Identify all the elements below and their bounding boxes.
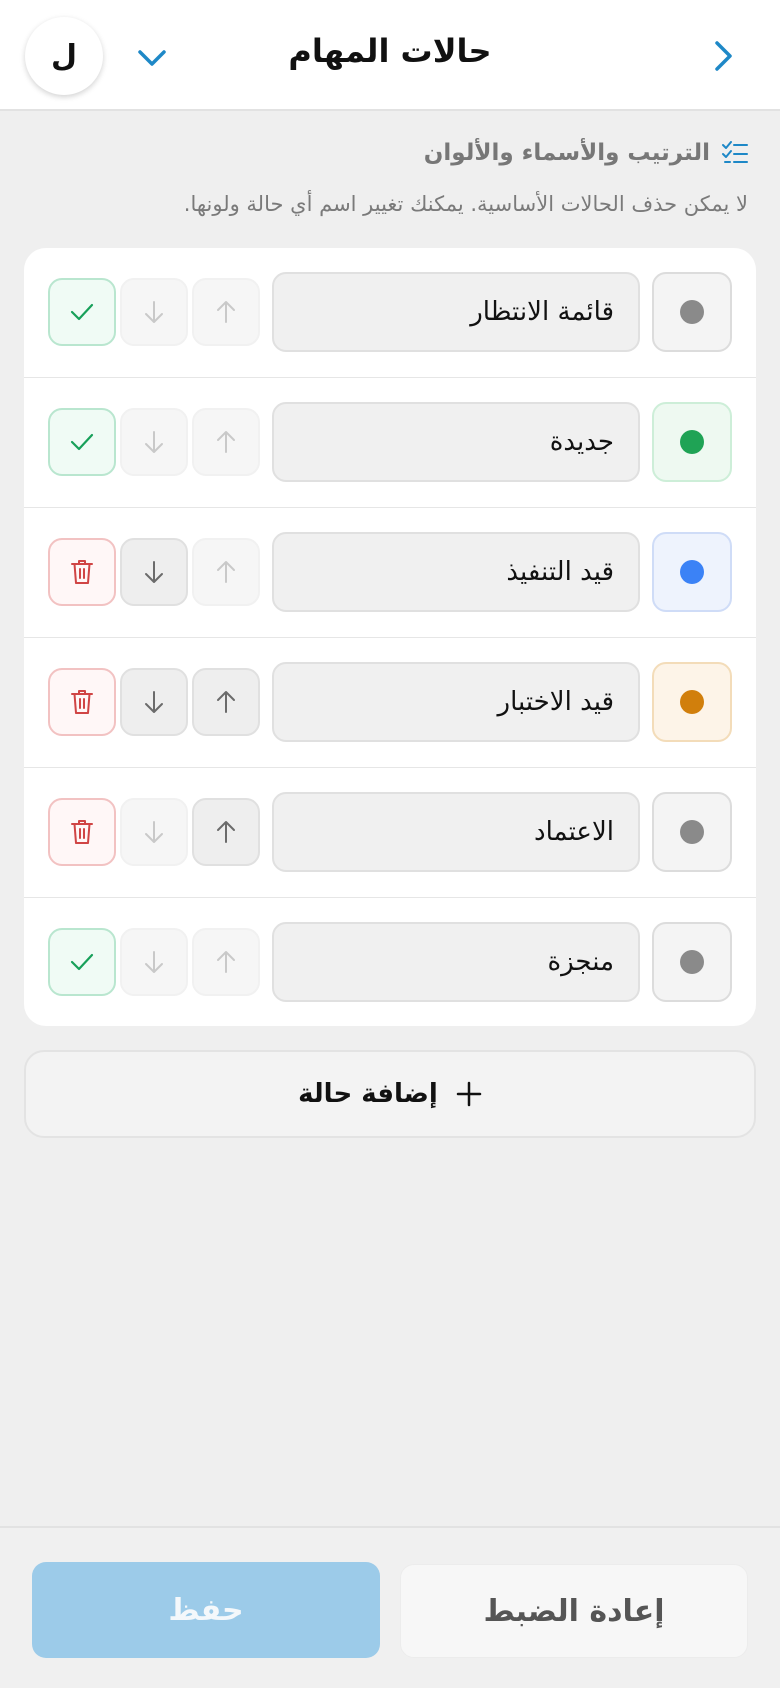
status-name-input[interactable] (272, 792, 640, 872)
page-title: حالات المهام (288, 32, 492, 70)
status-color-dot (680, 950, 704, 974)
status-name-input[interactable] (272, 532, 640, 612)
arrow-up-icon (217, 561, 235, 583)
section-description: لا يمكن حذف الحالات الأساسية. يمكنك تغيي… (183, 192, 748, 216)
section-heading: الترتيب والأسماء والألوان (424, 136, 748, 170)
check-icon (70, 953, 94, 971)
status-color-swatch[interactable] (652, 402, 732, 482)
status-name-input[interactable] (272, 402, 640, 482)
checklist-icon (722, 141, 748, 163)
move-down-button[interactable] (120, 538, 188, 606)
arrow-up-icon (217, 821, 235, 843)
move-up-button[interactable] (192, 798, 260, 866)
status-color-swatch[interactable] (652, 922, 732, 1002)
arrow-down-icon (145, 821, 163, 843)
status-color-swatch[interactable] (652, 662, 732, 742)
trash-icon (71, 690, 93, 714)
delete-status-button[interactable] (48, 538, 116, 606)
arrow-up-icon (217, 691, 235, 713)
confirm-status-button[interactable] (48, 278, 116, 346)
arrow-down-icon (145, 301, 163, 323)
status-color-swatch[interactable] (652, 792, 732, 872)
trash-icon (71, 560, 93, 584)
trash-icon (71, 820, 93, 844)
status-color-dot (680, 430, 704, 454)
status-color-dot (680, 560, 704, 584)
status-color-dot (680, 690, 704, 714)
reset-button[interactable]: إعادة الضبط (400, 1564, 748, 1658)
section-title: الترتيب والأسماء والألوان (423, 140, 710, 166)
status-color-dot (680, 820, 704, 844)
move-down-button[interactable] (120, 928, 188, 996)
check-icon (70, 433, 94, 451)
plus-icon (456, 1081, 482, 1107)
confirm-status-button[interactable] (48, 928, 116, 996)
statuses-screen: حالات المهام ل الترتيب والأسماء والألوان… (0, 0, 780, 1688)
top-bar: حالات المهام ل (0, 0, 780, 111)
confirm-status-button[interactable] (48, 408, 116, 476)
status-row (24, 508, 756, 638)
status-row (24, 768, 756, 898)
move-down-button[interactable] (120, 798, 188, 866)
avatar[interactable]: ل (25, 17, 103, 95)
status-row (24, 248, 756, 378)
arrow-up-icon (217, 431, 235, 453)
chevron-down-icon (138, 50, 166, 66)
status-name-input[interactable] (272, 922, 640, 1002)
move-down-button[interactable] (120, 408, 188, 476)
check-icon (70, 303, 94, 321)
status-row (24, 638, 756, 768)
arrow-up-icon (217, 951, 235, 973)
move-down-button[interactable] (120, 278, 188, 346)
bottom-action-bar: إعادة الضبط حفظ (0, 1526, 780, 1688)
move-up-button[interactable] (192, 538, 260, 606)
delete-status-button[interactable] (48, 798, 116, 866)
move-up-button[interactable] (192, 928, 260, 996)
status-dropdown-button[interactable] (130, 36, 174, 80)
delete-status-button[interactable] (48, 668, 116, 736)
status-name-input[interactable] (272, 272, 640, 352)
add-status-button[interactable]: إضافة حالة (24, 1050, 756, 1138)
move-down-button[interactable] (120, 668, 188, 736)
arrow-down-icon (145, 691, 163, 713)
avatar-letter: ل (50, 38, 78, 74)
save-button[interactable]: حفظ (32, 1562, 380, 1658)
add-status-label: إضافة حالة (298, 1079, 438, 1109)
move-up-button[interactable] (192, 408, 260, 476)
move-up-button[interactable] (192, 278, 260, 346)
move-up-button[interactable] (192, 668, 260, 736)
status-color-dot (680, 300, 704, 324)
status-list (24, 248, 756, 1026)
arrow-down-icon (145, 951, 163, 973)
status-color-swatch[interactable] (652, 532, 732, 612)
status-color-swatch[interactable] (652, 272, 732, 352)
arrow-up-icon (217, 301, 235, 323)
status-row (24, 378, 756, 508)
status-row (24, 898, 756, 1026)
arrow-down-icon (145, 561, 163, 583)
arrow-down-icon (145, 431, 163, 453)
status-name-input[interactable] (272, 662, 640, 742)
